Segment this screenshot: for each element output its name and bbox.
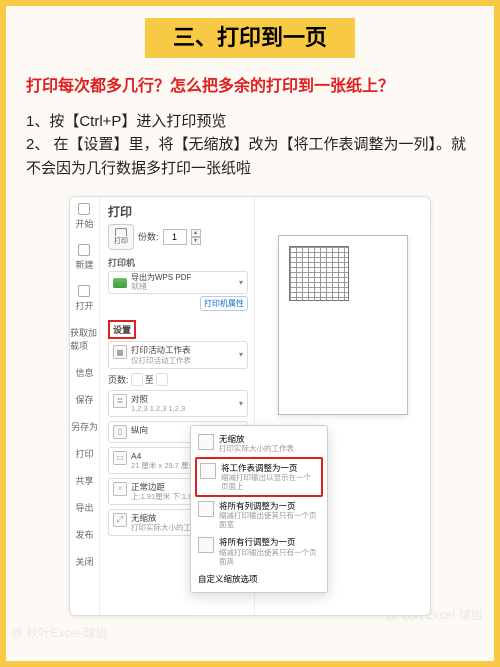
backstage-rail: 开始 新建 打开 获取加载项 信息 保存 另存为 打印 共享 导出 发布 关闭 xyxy=(70,197,100,615)
sheet-icon: ▦ xyxy=(113,345,127,359)
page-to[interactable] xyxy=(156,373,168,386)
scaling-option-fit-sheet[interactable]: 将工作表调整为一页缩减打印输出以显示在一个页面上 xyxy=(195,457,323,497)
scale-cols-icon xyxy=(198,501,214,517)
preview-table xyxy=(289,246,349,301)
rail-item-save[interactable]: 保存 xyxy=(75,393,93,406)
steps: 1、按【Ctrl+P】进入打印预览 2、 在【设置】里，将【无缩放】改为【将工作… xyxy=(6,110,494,190)
printer-icon xyxy=(115,228,127,236)
printer-device-icon xyxy=(113,278,127,288)
scale-icon: ⤢ xyxy=(113,513,127,527)
rail-item-share[interactable]: 共享 xyxy=(75,474,93,487)
margins-icon: ▫ xyxy=(113,482,127,496)
copies-spinner[interactable]: ▴▾ xyxy=(191,229,201,245)
open-icon xyxy=(78,285,90,297)
rail-item-new[interactable]: 新建 xyxy=(75,244,93,271)
preview-page xyxy=(278,235,408,415)
chevron-down-icon: ▾ xyxy=(239,350,243,359)
pages-row: 页数: 至 xyxy=(108,373,248,386)
step-2: 2、 在【设置】里，将【无缩放】改为【将工作表调整为一列】。就不会因为几行数据多… xyxy=(26,133,474,180)
scale-fit-icon xyxy=(200,463,216,479)
page-title: 三、打印到一页 xyxy=(145,18,355,58)
rail-item-export[interactable]: 导出 xyxy=(75,501,93,514)
portrait-icon: ▯ xyxy=(113,425,127,439)
print-heading: 打印 xyxy=(108,203,248,220)
scaling-option-none[interactable]: 无缩放打印实际大小的工作表 xyxy=(195,430,323,457)
copies-input[interactable] xyxy=(163,229,187,245)
page-icon: ▭ xyxy=(113,451,127,465)
rail-item-close[interactable]: 关闭 xyxy=(75,555,93,568)
rail-item-print[interactable]: 打印 xyxy=(75,447,93,460)
printer-select[interactable]: 导出为WPS PDF 就绪 ▾ xyxy=(108,271,248,295)
copies-row: 打印 份数: ▴▾ xyxy=(108,224,248,250)
new-icon xyxy=(78,244,90,256)
rail-item-addins[interactable]: 获取加载项 xyxy=(70,326,99,352)
home-icon xyxy=(78,203,90,215)
print-what-select[interactable]: ▦ 打印活动工作表仅打印活动工作表 ▾ xyxy=(108,341,248,368)
watermark: @ 秋叶Excel-球姐 xyxy=(11,624,108,641)
settings-heading: 设置 xyxy=(108,320,136,339)
rail-item-home[interactable]: 开始 xyxy=(75,203,93,230)
scaling-dropdown: 无缩放打印实际大小的工作表 将工作表调整为一页缩减打印输出以显示在一个页面上 将… xyxy=(190,425,328,593)
question-text: 打印每次都多几行？怎么把多余的打印到一张纸上？ xyxy=(6,72,494,110)
scaling-option-custom[interactable]: 自定义缩放选项 xyxy=(195,570,323,588)
scaling-option-fit-cols[interactable]: 将所有列调整为一页缩减打印输出使其只有一个页面宽 xyxy=(195,497,323,533)
scale-rows-icon xyxy=(198,537,214,553)
scale-none-icon xyxy=(198,434,214,450)
chevron-down-icon: ▾ xyxy=(239,399,243,408)
print-button[interactable]: 打印 xyxy=(108,224,134,250)
scaling-option-fit-rows[interactable]: 将所有行调整为一页缩减打印输出使其只有一个页面高 xyxy=(195,533,323,569)
rail-item-open[interactable]: 打开 xyxy=(75,285,93,312)
chevron-down-icon: ▾ xyxy=(239,278,243,287)
page-from[interactable] xyxy=(131,373,143,386)
rail-item-saveas[interactable]: 另存为 xyxy=(71,420,98,433)
collate-icon: ≣ xyxy=(113,394,127,408)
rail-item-info[interactable]: 信息 xyxy=(75,366,93,379)
collate-select[interactable]: ≣ 对照1,2,3 1,2,3 1,2,3 ▾ xyxy=(108,390,248,417)
screenshot-container: 开始 新建 打开 获取加载项 信息 保存 另存为 打印 共享 导出 发布 关闭 … xyxy=(69,196,431,616)
printer-label: 打印机 xyxy=(108,256,248,269)
rail-item-publish[interactable]: 发布 xyxy=(75,528,93,541)
printer-properties-link[interactable]: 打印机属性 xyxy=(200,296,248,311)
step-1: 1、按【Ctrl+P】进入打印预览 xyxy=(26,110,474,133)
copies-label: 份数: xyxy=(138,230,159,243)
